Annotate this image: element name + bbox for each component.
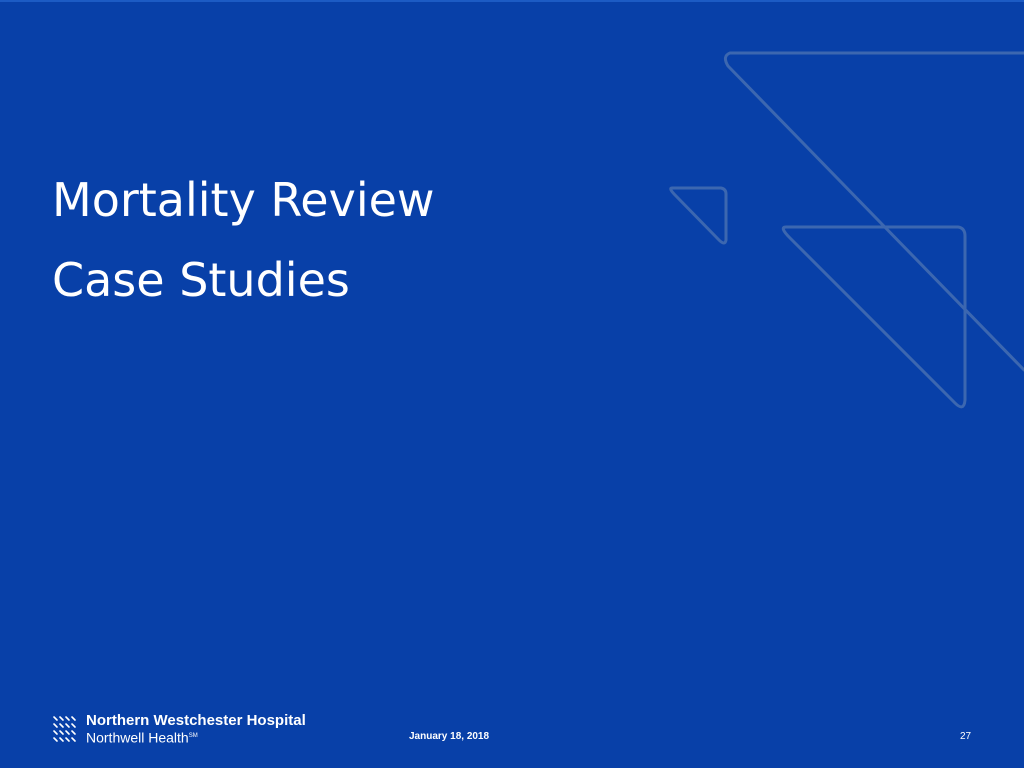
hospital-logo: Northern Westchester Hospital Northwell … — [52, 712, 306, 746]
footer-date: January 18, 2018 — [409, 731, 490, 742]
page-number: 27 — [960, 731, 972, 742]
logo-text: Northern Westchester Hospital Northwell … — [86, 712, 306, 746]
slide-title: Mortality Review Case Studies — [52, 160, 435, 320]
slide-title-line-2: Case Studies — [52, 253, 350, 307]
slide-title-line-1: Mortality Review — [52, 173, 435, 227]
network-name: Northwell HealthSM — [86, 729, 306, 746]
slide: Mortality Review Case Studies Northern W… — [0, 0, 1024, 768]
hospital-name: Northern Westchester Hospital — [86, 712, 306, 729]
service-mark: SM — [188, 733, 198, 739]
northwell-mark-icon — [53, 716, 76, 742]
triangle-outline-decoration — [669, 51, 1024, 409]
network-name-text: Northwell Health — [86, 729, 189, 746]
